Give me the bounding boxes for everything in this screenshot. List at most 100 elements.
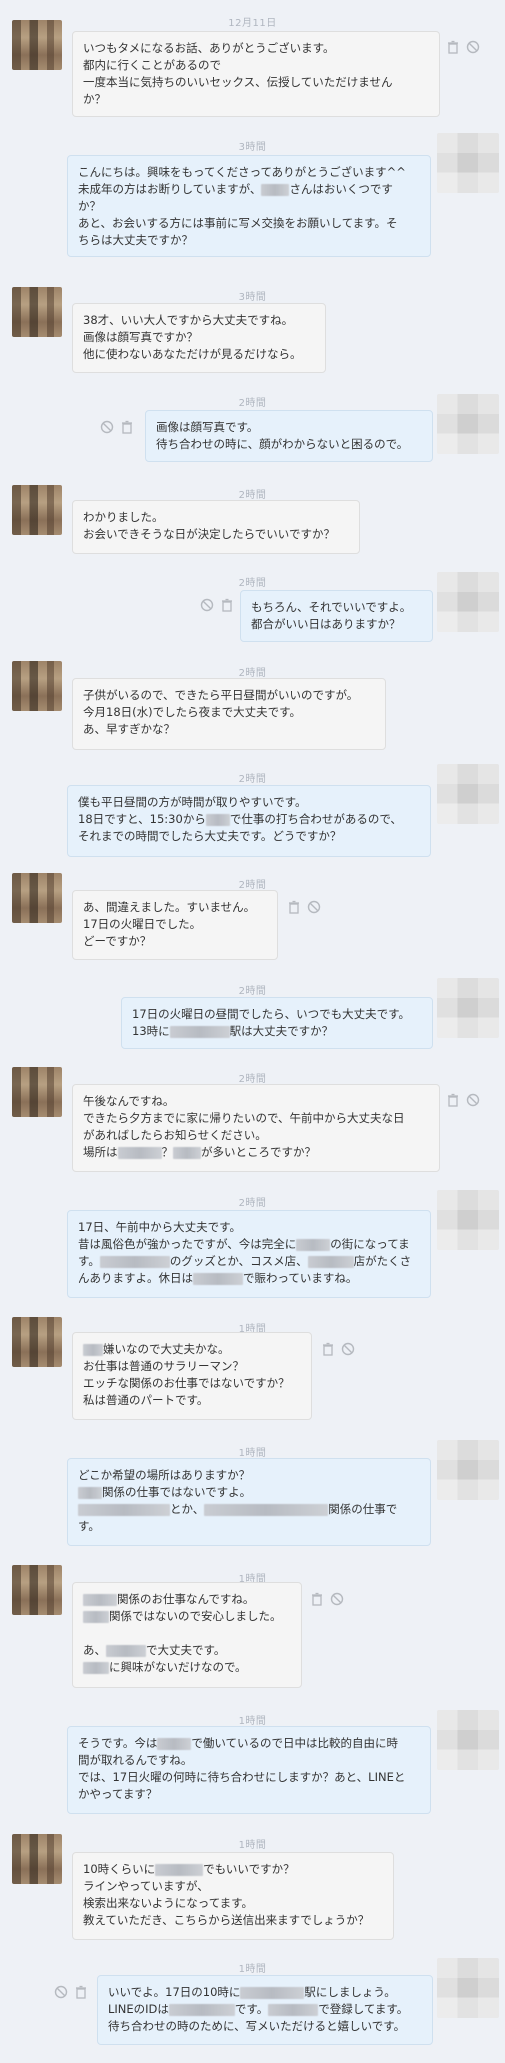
message-line: 子供がいるので、できたら平日昼間がいいのですが。	[83, 688, 359, 702]
message-line: あ、	[83, 1643, 106, 1657]
avatar[interactable]	[437, 978, 499, 1038]
avatar[interactable]	[12, 661, 62, 711]
message-line: 都内に行くことがあるので	[83, 58, 221, 72]
avatar[interactable]	[437, 1190, 499, 1250]
block-icon[interactable]	[341, 1342, 355, 1356]
avatar[interactable]	[437, 1958, 499, 2018]
redacted-text	[193, 1272, 243, 1285]
message-line: 17日の火曜日でした。	[83, 917, 202, 931]
message-line: が多いところですか？	[201, 1145, 316, 1159]
message-line: どーですか？	[83, 934, 152, 948]
message-line: 画像は顔写真ですか？	[83, 330, 198, 344]
message-line: こんにちは。興味をもってくださってありがとうございます^^	[78, 165, 406, 179]
redacted-text	[78, 1503, 170, 1516]
message-line: もちろん、それでいいですよ。	[251, 600, 412, 614]
message-line: で登録してます。	[318, 2002, 409, 2016]
avatar[interactable]	[12, 485, 62, 535]
timestamp: 1時間	[238, 1716, 267, 1727]
incoming-message: わかりました。 お会いできそうな日が決定したらでいいですか？	[72, 500, 360, 554]
message-line: いつもタメになるお話、ありがとうございます。	[83, 41, 335, 55]
trash-icon[interactable]	[220, 598, 234, 612]
block-icon[interactable]	[54, 1985, 68, 1999]
avatar[interactable]	[437, 133, 499, 193]
timestamp: 2時間	[238, 1074, 267, 1085]
trash-icon[interactable]	[446, 1093, 460, 1107]
block-icon[interactable]	[100, 420, 114, 434]
redacted-text	[261, 183, 290, 196]
timestamp: 2時間	[238, 398, 267, 409]
message-line: 17日の火曜日の昼間でしたら、いつでも大丈夫です。	[132, 1007, 410, 1021]
redacted-text	[296, 1238, 331, 1251]
message-line: の街になってま	[330, 1237, 410, 1251]
message-line: 間が取れるんですね。	[78, 1753, 193, 1767]
message-line: 午後なんですね。	[83, 1094, 175, 1108]
message-line: 待ち合わせの時に、顔がわからないと困るので。	[156, 437, 409, 451]
message-line: できたら夕方までに家に帰りたいので、午前中から大丈夫な日	[83, 1111, 405, 1125]
timestamp: 2時間	[238, 578, 267, 589]
incoming-message: 嫌いなので大丈夫かな。 お仕事は普通のサラリーマン？ エッチな関係のお仕事ではな…	[72, 1332, 312, 1420]
message-line: す。	[78, 1254, 100, 1268]
outgoing-message: そうです。今は で働いているので日中は比較的自由に時 間が取れるんですね。 では、…	[67, 1726, 431, 1814]
message-line: か？	[78, 199, 101, 213]
avatar[interactable]	[12, 287, 62, 337]
avatar[interactable]	[12, 1834, 62, 1884]
message-line: 関係の仕事で	[328, 1502, 398, 1516]
redacted-text	[83, 1610, 109, 1623]
incoming-message: 関係のお仕事なんですね。 関係ではないので安心しました。 あ、 で大丈夫です。 に…	[72, 1582, 302, 1688]
trash-icon[interactable]	[321, 1342, 335, 1356]
trash-icon[interactable]	[74, 1985, 88, 1999]
message-line: お会いできそうな日が決定したらでいいですか？	[83, 527, 335, 541]
message-line: で仕事の打ち合わせがあるので、	[229, 812, 402, 826]
block-icon[interactable]	[466, 40, 480, 54]
avatar[interactable]	[437, 764, 499, 824]
trash-icon[interactable]	[310, 1592, 324, 1606]
message-line: 関係の仕事ではないですよ。	[102, 1485, 252, 1499]
message-line: 検索出来ないようになってます。	[83, 1896, 253, 1910]
message-line: 今月18日(水)でしたら夜まで大丈夫です。	[83, 705, 301, 719]
redacted-text	[78, 1486, 102, 1499]
avatar[interactable]	[12, 873, 62, 923]
avatar[interactable]	[12, 1565, 62, 1615]
message-line: 関係ではないので安心しました。	[109, 1609, 282, 1623]
timestamp: 1時間	[238, 1964, 267, 1975]
redacted-text	[168, 2003, 235, 2016]
message-line: エッチな関係のお仕事ではないですか？	[83, 1376, 290, 1390]
message-line: かやってます？	[78, 1787, 158, 1801]
block-icon[interactable]	[466, 1093, 480, 1107]
trash-icon[interactable]	[287, 900, 301, 914]
timestamp: 3時間	[238, 292, 267, 303]
trash-icon[interactable]	[446, 40, 460, 54]
message-line: んありますよ。休日は	[78, 1271, 193, 1285]
incoming-message: 10時くらいに でもいいですか？ ラインやっていますが、 検索出来ないようになって…	[72, 1852, 394, 1940]
redacted-text	[307, 1255, 354, 1268]
message-line: 駅にしましょう。	[304, 1985, 396, 1999]
avatar[interactable]	[437, 1440, 499, 1500]
avatar[interactable]	[437, 1710, 499, 1770]
redacted-text	[204, 1503, 329, 1516]
message-line: 僕も平日昼間の方が時間が取りやすいです。	[78, 795, 307, 809]
message-line: か？	[83, 92, 106, 106]
message-line: では、17日火曜の何時に待ち合わせにしますか？あと、LINEと	[78, 1770, 406, 1784]
redacted-text	[157, 1737, 192, 1750]
message-line: 嫌いなので大丈夫かな。	[103, 1342, 230, 1356]
message-line: 13時に	[132, 1024, 170, 1038]
timestamp: 2時間	[238, 774, 267, 785]
avatar[interactable]	[12, 1067, 62, 1117]
trash-icon[interactable]	[120, 420, 134, 434]
outgoing-message: 17日の火曜日の昼間でしたら、いつでも大丈夫です。 13時に 駅は大丈夫ですか？	[121, 997, 433, 1049]
block-icon[interactable]	[330, 1592, 344, 1606]
avatar[interactable]	[437, 394, 499, 454]
message-line: わかりました。	[83, 510, 164, 524]
message-line: それまでの時間でしたら大丈夫です。どうですか？	[78, 829, 342, 843]
incoming-message: 38才、いい大人ですから大丈夫ですね。 画像は顔写真ですか？ 他に使わないあなた…	[72, 303, 326, 373]
block-icon[interactable]	[200, 598, 214, 612]
message-line: お仕事は普通のサラリーマン？	[83, 1359, 244, 1373]
outgoing-message: もちろん、それでいいですよ。 都合がいい日はありますか？	[240, 590, 433, 642]
message-line: があればしたらお知らせください。	[83, 1128, 267, 1142]
avatar[interactable]	[12, 20, 62, 70]
avatar[interactable]	[12, 1317, 62, 1367]
outgoing-message: どこか希望の場所はありますか？ 関係の仕事ではないですよ。 とか、 関係の仕事で …	[67, 1458, 431, 1546]
block-icon[interactable]	[307, 900, 321, 914]
avatar[interactable]	[437, 572, 499, 632]
timestamp: 1時間	[238, 1840, 267, 1851]
